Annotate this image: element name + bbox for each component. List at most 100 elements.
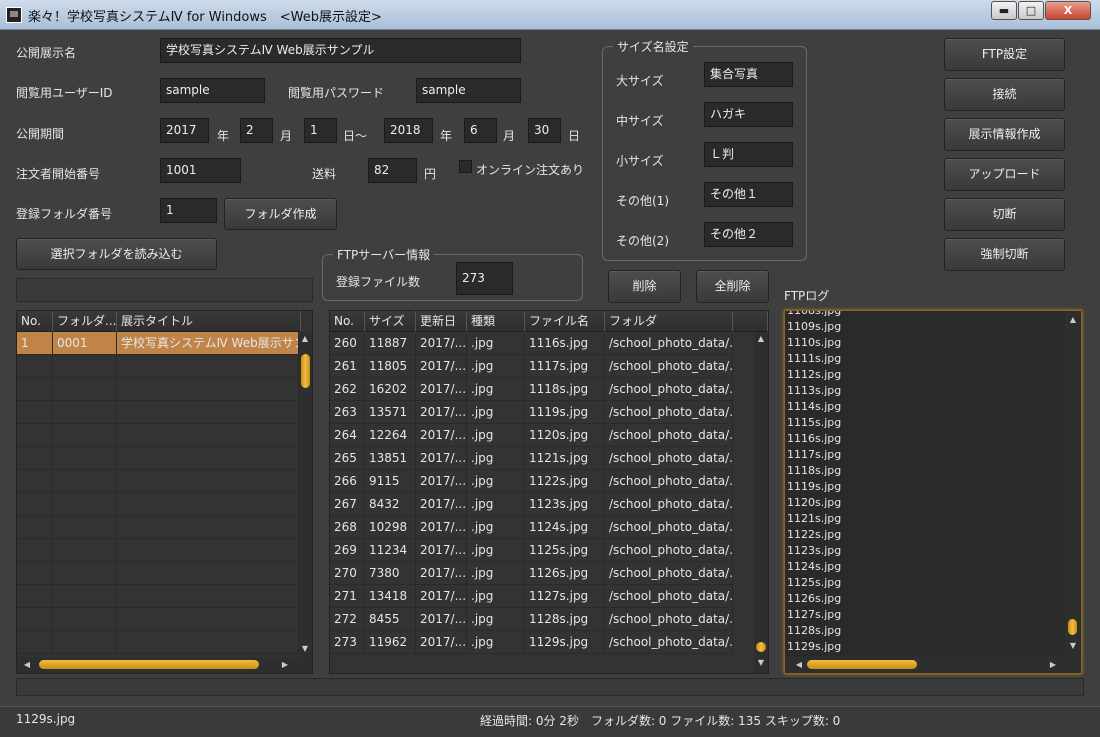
table-cell: 2017/... <box>416 493 467 516</box>
start-month-input[interactable]: 2 <box>240 118 273 143</box>
table-row[interactable]: 272 8455 2017/... .jpg 1128s.jpg/school_phot… <box>330 608 754 631</box>
disconnect-button[interactable]: 切断 <box>944 198 1065 231</box>
table-cell: 1118s.jpg <box>525 378 605 401</box>
table-cell: .jpg <box>467 585 525 608</box>
force-disconnect-button[interactable]: 強制切断 <box>944 238 1065 271</box>
file-vscroll-thumb[interactable] <box>756 642 766 652</box>
size-input-4[interactable]: その他２ <box>704 222 793 247</box>
scroll-left-icon[interactable]: ◀ <box>21 660 33 670</box>
log-line: 1121s.jpg <box>787 512 842 525</box>
scroll-right-icon[interactable]: ▶ <box>1047 660 1059 670</box>
file-col-folder[interactable]: フォルダ <box>605 311 733 332</box>
scroll-up-icon[interactable]: ▲ <box>299 334 311 344</box>
end-month-input[interactable]: 6 <box>464 118 497 143</box>
table-row[interactable]: 261 11805 2017/... .jpg 1117s.jpg/school_pho… <box>330 355 754 378</box>
delete-button[interactable]: 削除 <box>608 270 681 303</box>
table-row[interactable] <box>17 493 299 516</box>
order-start-input[interactable]: 1001 <box>160 158 241 183</box>
table-row[interactable] <box>17 562 299 585</box>
online-order-checkbox[interactable] <box>459 160 472 173</box>
table-row[interactable] <box>17 539 299 562</box>
table-row[interactable] <box>17 470 299 493</box>
ftp-log-hscroll[interactable]: ◀ ▶ <box>785 656 1081 673</box>
maximize-button[interactable]: □ <box>1018 1 1044 20</box>
delete-all-button[interactable]: 全削除 <box>696 270 769 303</box>
folder-grid-hscroll[interactable]: ◀ ▶ <box>17 657 312 673</box>
end-day-input[interactable]: 30 <box>528 118 561 143</box>
scroll-down-icon[interactable]: ▼ <box>299 644 311 654</box>
table-row[interactable]: 260 11887 2017/... .jpg 1116s.jpg/school_pho… <box>330 332 754 355</box>
file-col-size[interactable]: サイズ <box>365 311 416 332</box>
log-hscroll-thumb[interactable] <box>807 660 917 669</box>
folder-col-no[interactable]: No. <box>17 311 53 332</box>
table-row[interactable]: 264 12264 2017/... .jpg 1120s.jpg/school_pho… <box>330 424 754 447</box>
table-row[interactable] <box>17 424 299 447</box>
table-cell: 260 <box>330 332 365 355</box>
file-col-filename[interactable]: ファイル名 <box>525 311 605 332</box>
password-input[interactable]: sample <box>416 78 521 103</box>
scroll-up-icon[interactable]: ▲ <box>755 334 767 344</box>
user-id-input[interactable]: sample <box>160 78 265 103</box>
table-cell: .jpg <box>467 493 525 516</box>
size-input-1[interactable]: ハガキ <box>704 102 793 127</box>
folder-vscroll-thumb[interactable] <box>301 354 310 388</box>
shipping-input[interactable]: 82 <box>368 158 417 183</box>
file-grid-vscroll[interactable]: ▲ ▼ <box>754 332 768 673</box>
table-row[interactable]: 262 16202 2017/... .jpg 1118s.jpg/school_pho… <box>330 378 754 401</box>
table-row[interactable] <box>17 378 299 401</box>
start-day-input[interactable]: 1 <box>304 118 337 143</box>
table-row[interactable] <box>17 447 299 470</box>
folder-col-folder[interactable]: フォルダ... <box>53 311 117 332</box>
file-col-date[interactable]: 更新日 <box>416 311 467 332</box>
file-grid[interactable]: No. サイズ 更新日 種類 ファイル名 フォルダ 260 11887 2017/.… <box>329 310 769 674</box>
table-cell: 1125s.jpg <box>525 539 605 562</box>
folder-grid[interactable]: No. フォルダ... 展示タイトル 1 0001 学校写真システムⅣ Web展示サ… <box>16 310 313 674</box>
table-row[interactable]: 263 13571 2017/... .jpg 1119s.jpg/school_pho… <box>330 401 754 424</box>
table-row[interactable]: 1 0001 学校写真システムⅣ Web展示サンプ <box>17 332 299 355</box>
load-folder-button[interactable]: 選択フォルダを読み込む <box>16 238 217 270</box>
ftp-log-box[interactable]: 1108s.jpg 1109s.jpg 1110s.jpg 1111s.jpg 1112… <box>784 310 1082 674</box>
folder-col-title[interactable]: 展示タイトル <box>117 311 301 332</box>
size-input-0[interactable]: 集合写真 <box>704 62 793 87</box>
table-row[interactable] <box>17 355 299 378</box>
order-start-label: 注文者開始番号 <box>16 167 101 181</box>
log-vscroll-thumb[interactable] <box>1068 619 1077 635</box>
table-row[interactable]: 266 9115 2017/... .jpg 1122s.jpg/school_phot… <box>330 470 754 493</box>
table-row[interactable]: 265 13851 2017/... .jpg 1121s.jpg/school_pho… <box>330 447 754 470</box>
upload-button[interactable]: アップロード <box>944 158 1065 191</box>
exhibit-name-input[interactable]: 学校写真システムⅣ Web展示サンプル <box>160 38 521 63</box>
table-row[interactable] <box>17 516 299 539</box>
table-row[interactable]: 268 10298 2017/... .jpg 1124s.jpg/school_pho… <box>330 516 754 539</box>
folder-no-input[interactable]: 1 <box>160 198 217 223</box>
table-row[interactable]: 273 11962 2017/... .jpg 1129s.jpg/school_pho… <box>330 631 754 654</box>
folder-grid-vscroll[interactable]: ▲ ▼ <box>299 332 312 657</box>
make-folder-button[interactable]: フォルダ作成 <box>224 198 337 230</box>
create-exhibit-info-button[interactable]: 展示情報作成 <box>944 118 1065 151</box>
ftp-settings-button[interactable]: FTP設定 <box>944 38 1065 71</box>
size-input-3[interactable]: その他１ <box>704 182 793 207</box>
table-row[interactable] <box>17 401 299 424</box>
table-row[interactable] <box>17 631 299 654</box>
start-year-input[interactable]: 2017 <box>160 118 209 143</box>
close-button[interactable]: X <box>1045 1 1091 20</box>
ftp-log-vscroll[interactable]: ▲ ▼ <box>1065 311 1080 656</box>
connect-button[interactable]: 接続 <box>944 78 1065 111</box>
table-row[interactable]: 269 11234 2017/... .jpg 1125s.jpg/school_pho… <box>330 539 754 562</box>
scroll-up-icon[interactable]: ▲ <box>1067 315 1079 325</box>
size-input-2[interactable]: Ｌ判 <box>704 142 793 167</box>
end-year-input[interactable]: 2018 <box>384 118 433 143</box>
table-row[interactable]: 267 8432 2017/... .jpg 1123s.jpg/school_phot… <box>330 493 754 516</box>
scroll-down-icon[interactable]: ▼ <box>1067 641 1079 651</box>
table-row[interactable] <box>17 608 299 631</box>
folder-hscroll-thumb[interactable] <box>39 660 259 669</box>
table-row[interactable]: 270 7380 2017/... .jpg 1126s.jpg/school_phot… <box>330 562 754 585</box>
file-col-type[interactable]: 種類 <box>467 311 525 332</box>
scroll-down-icon[interactable]: ▼ <box>755 658 767 668</box>
table-cell: 2017/... <box>416 539 467 562</box>
table-row[interactable]: 271 13418 2017/... .jpg 1127s.jpg/school_pho… <box>330 585 754 608</box>
file-col-no[interactable]: No. <box>330 311 365 332</box>
minimize-button[interactable]: ▬ <box>991 1 1017 20</box>
table-row[interactable] <box>17 585 299 608</box>
scroll-right-icon[interactable]: ▶ <box>279 660 291 670</box>
scroll-left-icon[interactable]: ◀ <box>793 660 805 670</box>
